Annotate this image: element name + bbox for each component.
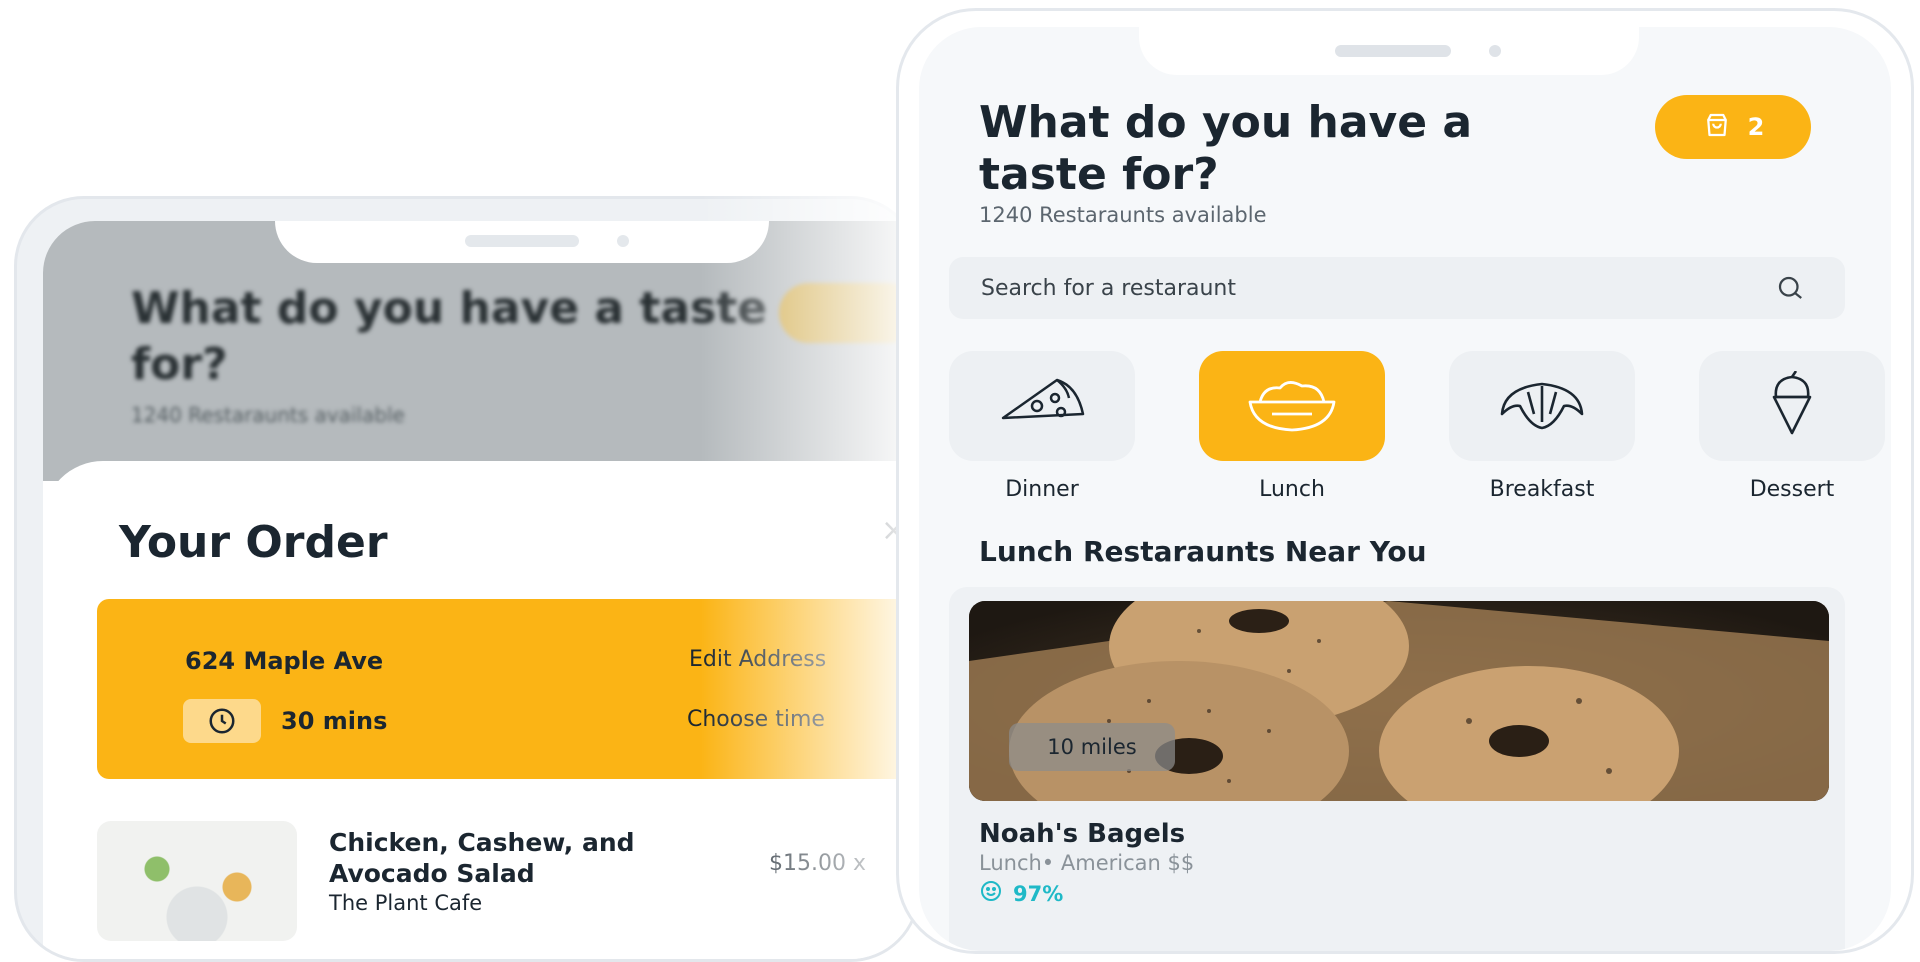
delivery-time: 30 mins: [281, 707, 388, 735]
left-phone-screen: What do you have a taste for? 1240 Resta…: [43, 221, 917, 959]
right-phone-frame: What do you have a taste for? 1240 Resta…: [896, 8, 1914, 954]
left-phone-frame: What do you have a taste for? 1240 Resta…: [14, 196, 920, 962]
left-header-title: What do you have a taste for?: [131, 283, 768, 390]
restaurant-card[interactable]: 10 miles Noah's Bagels Lunch• American $…: [949, 587, 1845, 951]
restaurant-name: Noah's Bagels: [979, 819, 1186, 849]
section-title: Lunch Restaraunts Near You: [979, 535, 1427, 568]
camera: [617, 235, 629, 247]
distance-badge: 10 miles: [1009, 723, 1175, 771]
shopping-bag-icon: [1702, 110, 1732, 144]
search-icon[interactable]: [1775, 273, 1805, 307]
order-panel: Your Order × 624 Maple Ave Edit Address …: [43, 461, 917, 959]
order-item-name: Chicken, Cashew, and Avocado Salad: [329, 828, 635, 888]
cart-button[interactable]: 2: [1655, 95, 1811, 159]
clock-icon: [183, 699, 261, 743]
search-bar: [949, 257, 1845, 319]
category-tile-active: [1199, 351, 1385, 461]
rating-value: 97%: [1013, 881, 1064, 906]
restaurant-rating: 97%: [979, 879, 1063, 908]
category-dessert[interactable]: Dessert: [1699, 351, 1885, 502]
choose-time-link[interactable]: Choose time: [687, 707, 825, 732]
order-item-price: $15.00 x: [769, 851, 866, 876]
category-label: Dessert: [1749, 477, 1835, 502]
right-phone-notch: [1139, 27, 1639, 75]
order-item-restaurant: The Plant Cafe: [329, 891, 483, 915]
speaker: [465, 235, 579, 247]
speaker: [1335, 45, 1451, 57]
category-label: Dinner: [1005, 477, 1079, 502]
category-dinner[interactable]: Dinner: [949, 351, 1135, 502]
category-label: Breakfast: [1489, 477, 1595, 502]
page-title: What do you have a taste for?: [979, 97, 1473, 200]
restaurant-meta: Lunch• American $$: [979, 851, 1195, 875]
croissant-icon: [1494, 374, 1590, 438]
bowl-icon: [1246, 374, 1338, 438]
category-label: Lunch: [1259, 477, 1325, 502]
category-lunch[interactable]: Lunch: [1199, 351, 1385, 502]
category-list: Dinner Lunch Breakfast Dessert: [949, 351, 1891, 511]
order-title: Your Order: [119, 517, 388, 568]
cart-count: 2: [1747, 113, 1765, 141]
restaurant-count: 1240 Restaraunts available: [979, 203, 1267, 227]
category-tile: [1449, 351, 1635, 461]
bagels-illustration: [969, 601, 1829, 801]
camera: [1489, 45, 1501, 57]
left-phone-notch: [275, 221, 769, 263]
category-tile: [949, 351, 1135, 461]
left-header-subtitle: 1240 Restaraunts available: [131, 403, 405, 427]
category-tile: [1699, 351, 1885, 461]
salad-image: [97, 821, 297, 941]
right-phone-screen: What do you have a taste for? 1240 Resta…: [919, 27, 1891, 951]
ice-cream-icon: [1762, 370, 1822, 441]
restaurant-photo: 10 miles: [969, 601, 1829, 801]
address-card: 624 Maple Ave Edit Address 30 mins Choos…: [97, 599, 917, 779]
category-breakfast[interactable]: Breakfast: [1449, 351, 1635, 502]
search-input[interactable]: [979, 274, 1743, 302]
edit-address-link[interactable]: Edit Address: [689, 647, 826, 672]
pizza-icon: [997, 374, 1087, 438]
delivery-address: 624 Maple Ave: [185, 647, 384, 675]
smiley-icon: [979, 879, 1003, 908]
